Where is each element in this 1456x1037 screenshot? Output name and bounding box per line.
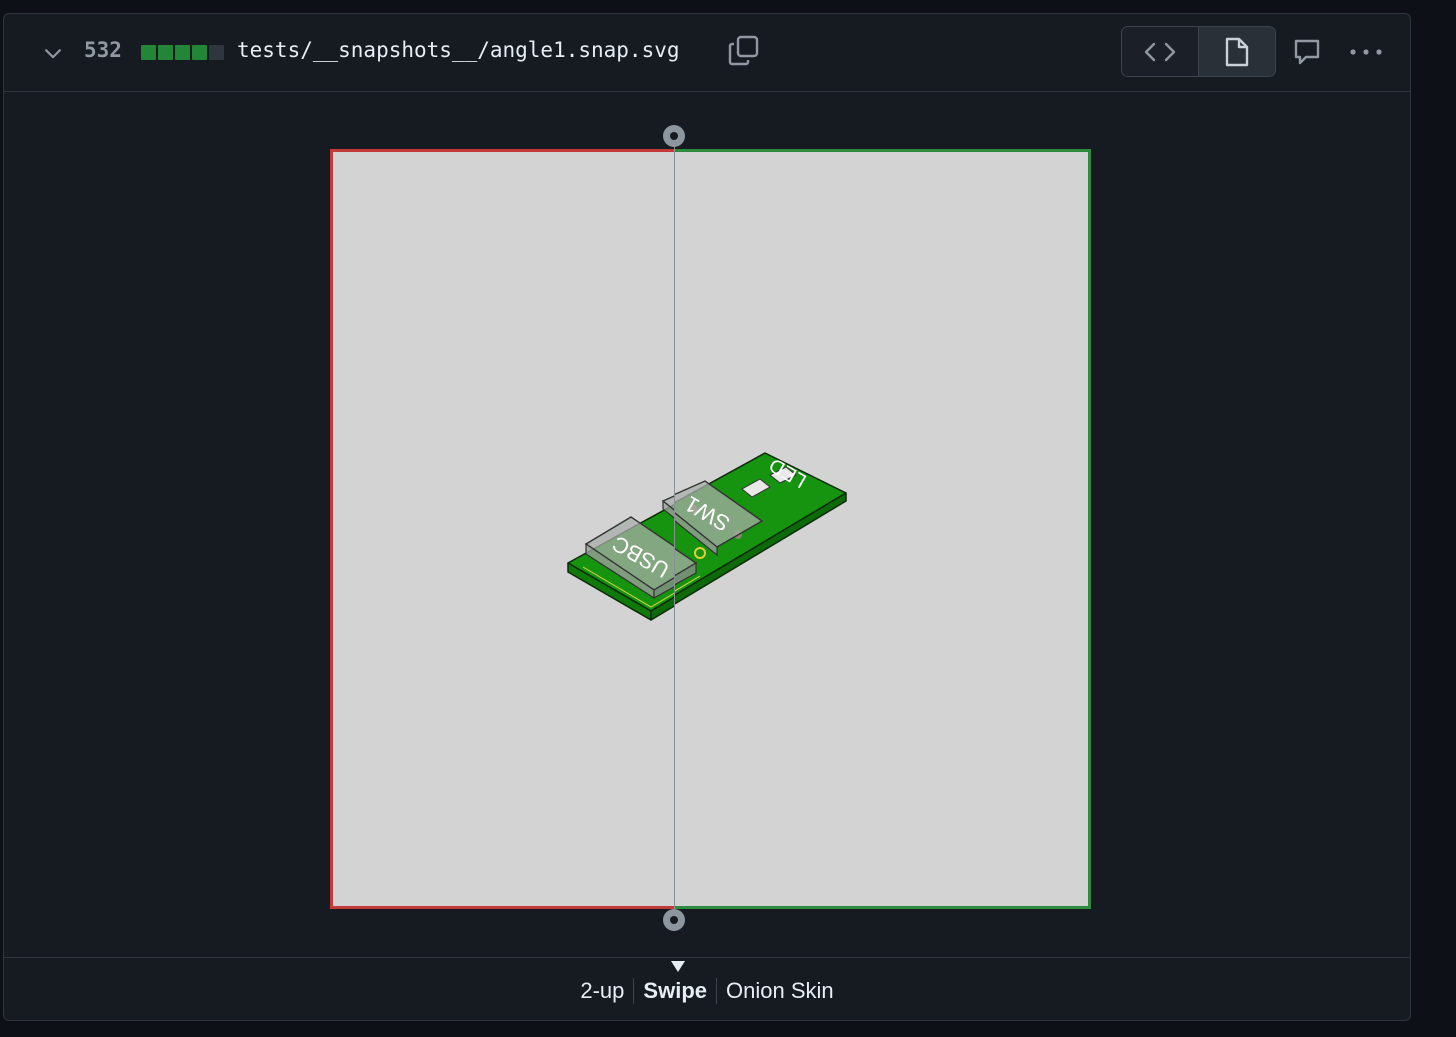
chevron-down-icon — [45, 49, 61, 59]
copy-path-button[interactable] — [727, 34, 761, 68]
code-view-button[interactable] — [1122, 27, 1199, 76]
rich-view-button[interactable] — [1199, 27, 1275, 76]
added-image: USBC SW1 LED — [674, 149, 1091, 909]
mode-tab-onion-skin[interactable]: Onion Skin — [717, 978, 843, 1004]
changed-lines-count: 532 — [84, 38, 122, 62]
mode-tabs: 2-up Swipe Onion Skin — [4, 978, 1410, 1004]
diffstat-block — [141, 45, 156, 60]
view-toggle-group — [1121, 26, 1276, 77]
selected-mode-indicator — [671, 961, 685, 972]
pcb-render-new: USBC SW1 LED — [674, 452, 847, 606]
copy-icon — [728, 35, 759, 66]
comment-button[interactable] — [1292, 37, 1322, 67]
file-diff-container: 532 tests/__snapshots__/angle1.snap.svg — [3, 13, 1411, 1021]
comment-icon — [1294, 39, 1320, 65]
mode-tab-swipe[interactable]: Swipe — [634, 978, 716, 1004]
image-diff-viewer: USBC SW1 LED USBC SW1 LED — [4, 92, 1410, 957]
diffstat-block — [175, 45, 190, 60]
diffstat-block — [209, 45, 224, 60]
kebab-horizontal-icon — [1350, 49, 1382, 55]
more-options-button[interactable] — [1347, 37, 1385, 67]
file-header: 532 tests/__snapshots__/angle1.snap.svg — [4, 14, 1410, 92]
swipe-handle-top[interactable] — [663, 125, 685, 147]
file-name[interactable]: tests/__snapshots__/angle1.snap.svg — [237, 38, 680, 62]
image-mode-bar: 2-up Swipe Onion Skin — [4, 957, 1410, 1020]
diffstat-block — [192, 45, 207, 60]
code-icon — [1144, 42, 1176, 61]
diffstat-block — [158, 45, 173, 60]
collapse-toggle[interactable] — [40, 40, 66, 66]
file-icon — [1225, 37, 1249, 66]
swipe-divider[interactable] — [674, 134, 675, 920]
mode-tab-2up[interactable]: 2-up — [571, 978, 633, 1004]
diffstat — [141, 45, 224, 60]
swipe-handle-bottom[interactable] — [663, 909, 685, 931]
